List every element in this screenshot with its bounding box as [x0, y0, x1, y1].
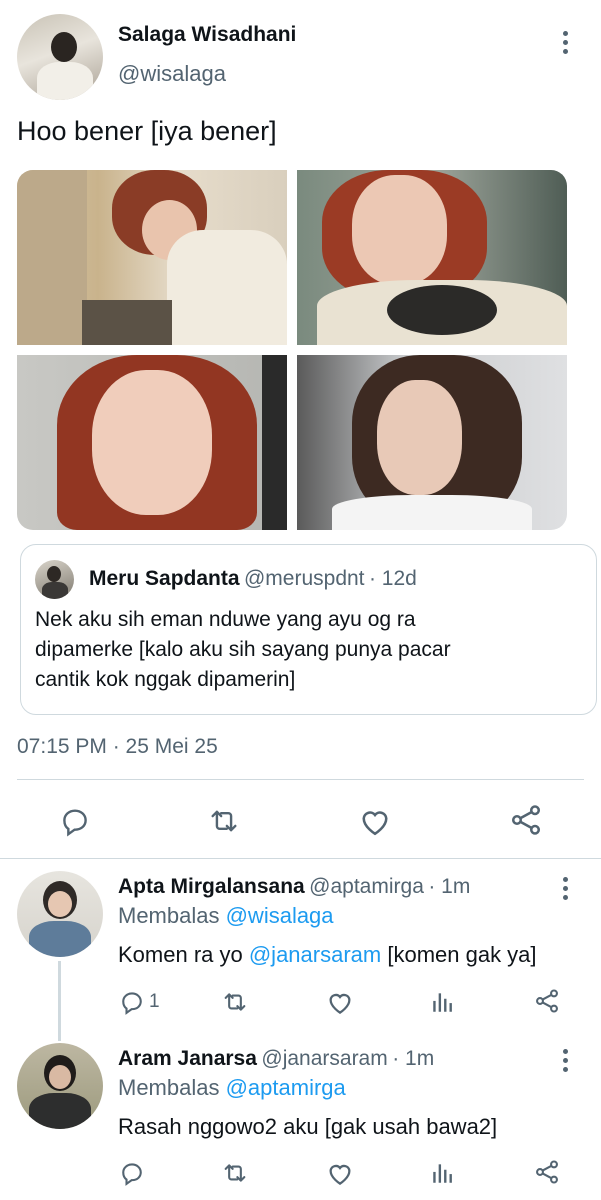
retweet-icon[interactable] [220, 1159, 250, 1187]
reply-time: · 1m [392, 1047, 435, 1070]
thread-line [58, 961, 61, 1041]
quoted-author-name: Meru Sapdanta [89, 567, 240, 590]
reply-text: Rasah nggowo2 aku [gak usah bawa2] [118, 1114, 498, 1139]
like-icon[interactable] [325, 987, 355, 1017]
more-options-icon[interactable] [563, 31, 569, 58]
replying-to-mention[interactable]: @aptamirga [226, 1075, 346, 1100]
quoted-tweet-card[interactable]: Meru Sapdanta @meruspdnt · 12d Nek aku s… [20, 544, 597, 715]
like-icon[interactable] [325, 1158, 355, 1188]
replying-to-label: Membalas [118, 1075, 226, 1100]
replying-to-line: Membalas @wisalaga [118, 903, 334, 929]
tweet-text: Hoo bener [iya bener] [17, 116, 277, 146]
more-options-icon[interactable] [563, 1049, 569, 1076]
reply-author-handle[interactable]: @janarsaram [261, 1047, 387, 1070]
share-icon[interactable] [533, 1158, 561, 1186]
author-avatar[interactable] [17, 14, 103, 100]
reply-author-avatar[interactable] [17, 1043, 103, 1129]
author-name[interactable]: Salaga Wisadhani [118, 23, 296, 47]
reply-author-name[interactable]: Apta Mirgalansana [118, 875, 305, 898]
replying-to-label: Membalas [118, 903, 226, 928]
reply-icon[interactable] [118, 1159, 146, 1187]
reply-time: · 1m [428, 875, 471, 898]
reply-icon[interactable] [58, 804, 92, 838]
analytics-icon[interactable] [430, 1159, 456, 1187]
tweet-timestamp[interactable]: 07:15 PM · 25 Mei 25 [17, 735, 218, 759]
tweet-photo-2[interactable] [297, 170, 567, 345]
retweet-icon[interactable] [220, 988, 250, 1016]
tweet-photo-3[interactable] [17, 355, 287, 530]
tweet-photo-4[interactable] [297, 355, 567, 530]
quoted-author-avatar [35, 560, 74, 599]
replying-to-line: Membalas @aptamirga [118, 1075, 346, 1101]
quoted-author-handle: @meruspdnt [243, 567, 365, 590]
reply-count: 1 [149, 991, 160, 1012]
share-icon[interactable] [533, 987, 561, 1015]
analytics-icon[interactable] [430, 988, 456, 1016]
reply-author-avatar[interactable] [17, 871, 103, 957]
more-options-icon[interactable] [563, 877, 569, 904]
tweet-photo-1[interactable] [17, 170, 287, 345]
quoted-time: · 12d [368, 567, 417, 590]
like-icon[interactable] [357, 803, 393, 839]
reply-text: Komen ra yo @janarsaram [komen gak ya] [118, 942, 537, 967]
replying-to-mention[interactable]: @wisalaga [226, 903, 334, 928]
reply-author-name[interactable]: Aram Janarsa [118, 1047, 257, 1070]
author-handle[interactable]: @wisalaga [118, 61, 226, 87]
retweet-icon[interactable] [206, 804, 242, 838]
reply-icon[interactable] [118, 988, 146, 1016]
divider [17, 779, 584, 780]
mention-link[interactable]: @janarsaram [249, 942, 381, 967]
quoted-text: Nek aku sih eman nduwe yang ayu og ra di… [35, 608, 451, 691]
share-icon[interactable] [508, 802, 544, 838]
divider [0, 858, 601, 859]
reply-author-handle[interactable]: @aptamirga [309, 875, 424, 898]
